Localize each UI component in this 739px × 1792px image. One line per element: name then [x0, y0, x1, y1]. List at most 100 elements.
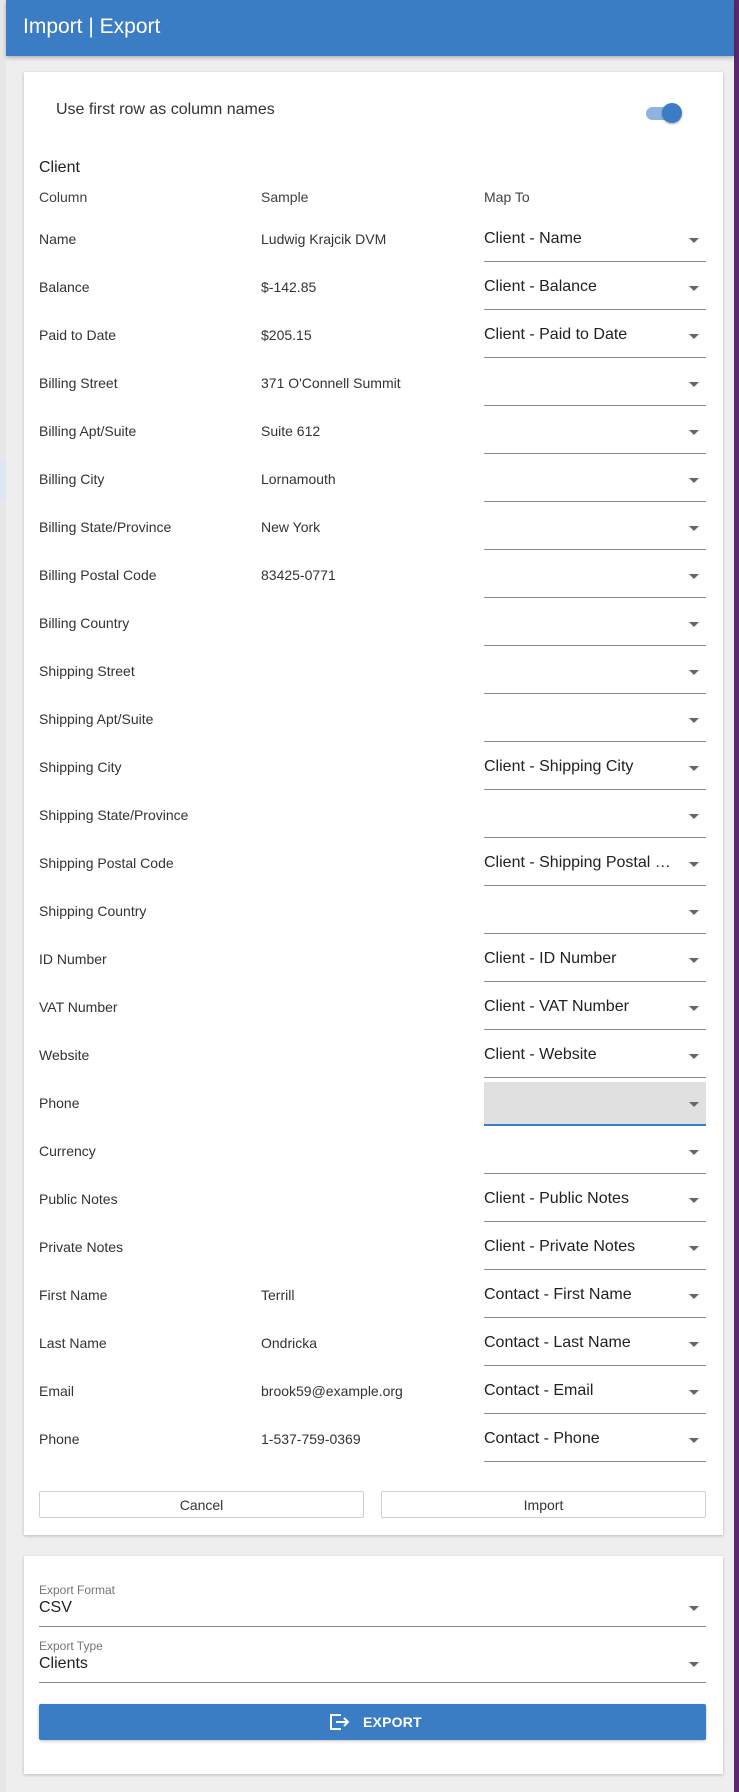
column-name: Billing Postal Code [39, 567, 157, 583]
toggle-thumb [662, 103, 682, 123]
first-row-toggle[interactable] [644, 102, 682, 124]
sample-value: brook59@example.org [261, 1383, 403, 1399]
mapping-row: Billing Country [24, 601, 723, 649]
map-to-header: Map To [484, 189, 530, 205]
column-name: Email [39, 1383, 75, 1399]
map-to-select[interactable]: Contact - Last Name [484, 1322, 706, 1366]
caret-down-icon [689, 1342, 699, 1347]
mapping-row: Currency [24, 1129, 723, 1177]
section-title: Client [39, 159, 80, 176]
map-to-select[interactable] [484, 650, 706, 694]
caret-down-icon [689, 238, 699, 243]
cancel-button[interactable]: Cancel [39, 1491, 364, 1518]
right-edge-strip [734, 0, 739, 1792]
map-to-select[interactable] [484, 554, 706, 598]
import-button[interactable]: Import [381, 1491, 706, 1518]
column-name: Phone [39, 1095, 80, 1111]
column-name: First Name [39, 1287, 108, 1303]
map-to-select[interactable]: Client - Public Notes [484, 1178, 706, 1222]
column-name: Balance [39, 279, 90, 295]
map-to-select[interactable]: Client - Name [484, 218, 706, 262]
mapping-row: Last Name Ondricka Contact - Last Name [24, 1321, 723, 1369]
column-name: Shipping City [39, 759, 122, 775]
mapping-row: Paid to Date $205.15 Client - Paid to Date [24, 313, 723, 361]
sample-value: Terrill [261, 1287, 295, 1303]
caret-down-icon [689, 622, 699, 627]
sample-value: $205.15 [261, 327, 312, 343]
sample-value: Ondricka [261, 1335, 318, 1351]
caret-down-icon [689, 766, 699, 771]
caret-down-icon [689, 1662, 699, 1667]
map-to-value: Client - Paid to Date [484, 326, 628, 343]
mapping-row: Website Client - Website [24, 1033, 723, 1081]
caret-down-icon [689, 334, 699, 339]
export-format-select[interactable]: Export Format CSV [39, 1583, 706, 1627]
map-to-select[interactable] [484, 1082, 706, 1126]
map-to-select[interactable]: Contact - Email [484, 1370, 706, 1414]
map-to-select[interactable]: Client - Shipping Postal Code [484, 842, 706, 886]
map-to-value: Contact - Phone [484, 1430, 600, 1447]
column-name: Billing Street [39, 375, 118, 391]
map-to-select[interactable]: Client - Website [484, 1034, 706, 1078]
map-to-select[interactable] [484, 506, 706, 550]
map-to-select[interactable] [484, 1130, 706, 1174]
mapping-row: Billing City Lornamouth [24, 457, 723, 505]
map-to-select[interactable]: Contact - Phone [484, 1418, 706, 1462]
column-name: Shipping Apt/Suite [39, 711, 154, 727]
map-to-value: Client - Private Notes [484, 1238, 636, 1255]
mapping-row: Shipping Apt/Suite [24, 697, 723, 745]
column-name: Shipping Postal Code [39, 855, 174, 871]
map-to-value: Client - Public Notes [484, 1190, 629, 1207]
map-to-select[interactable]: Contact - First Name [484, 1274, 706, 1318]
map-to-select[interactable]: Client - Shipping City [484, 746, 706, 790]
mapping-row: Billing Apt/Suite Suite 612 [24, 409, 723, 457]
map-to-select[interactable] [484, 698, 706, 742]
export-format-value: CSV [39, 1599, 72, 1616]
map-to-select[interactable]: Client - Paid to Date [484, 314, 706, 358]
export-button[interactable]: EXPORT [39, 1704, 706, 1740]
column-name: Shipping Street [39, 663, 135, 679]
map-to-select[interactable] [484, 458, 706, 502]
column-name: Billing City [39, 471, 105, 487]
column-name: Website [39, 1047, 90, 1063]
map-to-select[interactable]: Client - Balance [484, 266, 706, 310]
caret-down-icon [689, 1606, 699, 1611]
export-type-select[interactable]: Export Type Clients [39, 1639, 706, 1683]
caret-down-icon [689, 1438, 699, 1443]
caret-down-icon [689, 1006, 699, 1011]
map-to-select[interactable]: Client - VAT Number [484, 986, 706, 1030]
map-to-select[interactable] [484, 410, 706, 454]
map-to-select[interactable] [484, 362, 706, 406]
mapping-row: Billing State/Province New York [24, 505, 723, 553]
sample-value: Lornamouth [261, 471, 336, 487]
map-to-value: Client - Name [484, 230, 582, 247]
export-format-label: Export Format [39, 1583, 116, 1597]
sample-value: Ludwig Krajcik DVM [261, 231, 387, 247]
column-name: Shipping State/Province [39, 807, 189, 823]
map-to-value: Client - Shipping Postal Code [484, 854, 672, 871]
column-name: Private Notes [39, 1239, 124, 1255]
mapping-row: Shipping Country [24, 889, 723, 937]
map-to-value: Client - VAT Number [484, 998, 629, 1015]
map-to-value: Client - ID Number [484, 950, 617, 967]
caret-down-icon [689, 958, 699, 963]
export-card: Export Format CSV Export Type Clients EX… [24, 1556, 723, 1774]
map-to-select[interactable] [484, 794, 706, 838]
sample-value: New York [261, 519, 321, 535]
map-to-select[interactable]: Client - ID Number [484, 938, 706, 982]
map-to-value: Contact - Last Name [484, 1334, 631, 1351]
map-to-select[interactable] [484, 602, 706, 646]
caret-down-icon [689, 1246, 699, 1251]
mapping-row: Name Ludwig Krajcik DVM Client - Name [24, 217, 723, 265]
column-name: Billing Country [39, 615, 130, 631]
map-to-select[interactable]: Client - Private Notes [484, 1226, 706, 1270]
map-to-value: Client - Balance [484, 278, 597, 295]
first-row-toggle-label: Use first row as column names [56, 101, 275, 118]
map-to-select[interactable] [484, 890, 706, 934]
column-name: Public Notes [39, 1191, 118, 1207]
caret-down-icon [689, 478, 699, 483]
caret-down-icon [689, 1102, 699, 1107]
app-bar: Import | Export [6, 0, 734, 56]
caret-down-icon [689, 862, 699, 867]
page-title: Import | Export [23, 15, 161, 38]
